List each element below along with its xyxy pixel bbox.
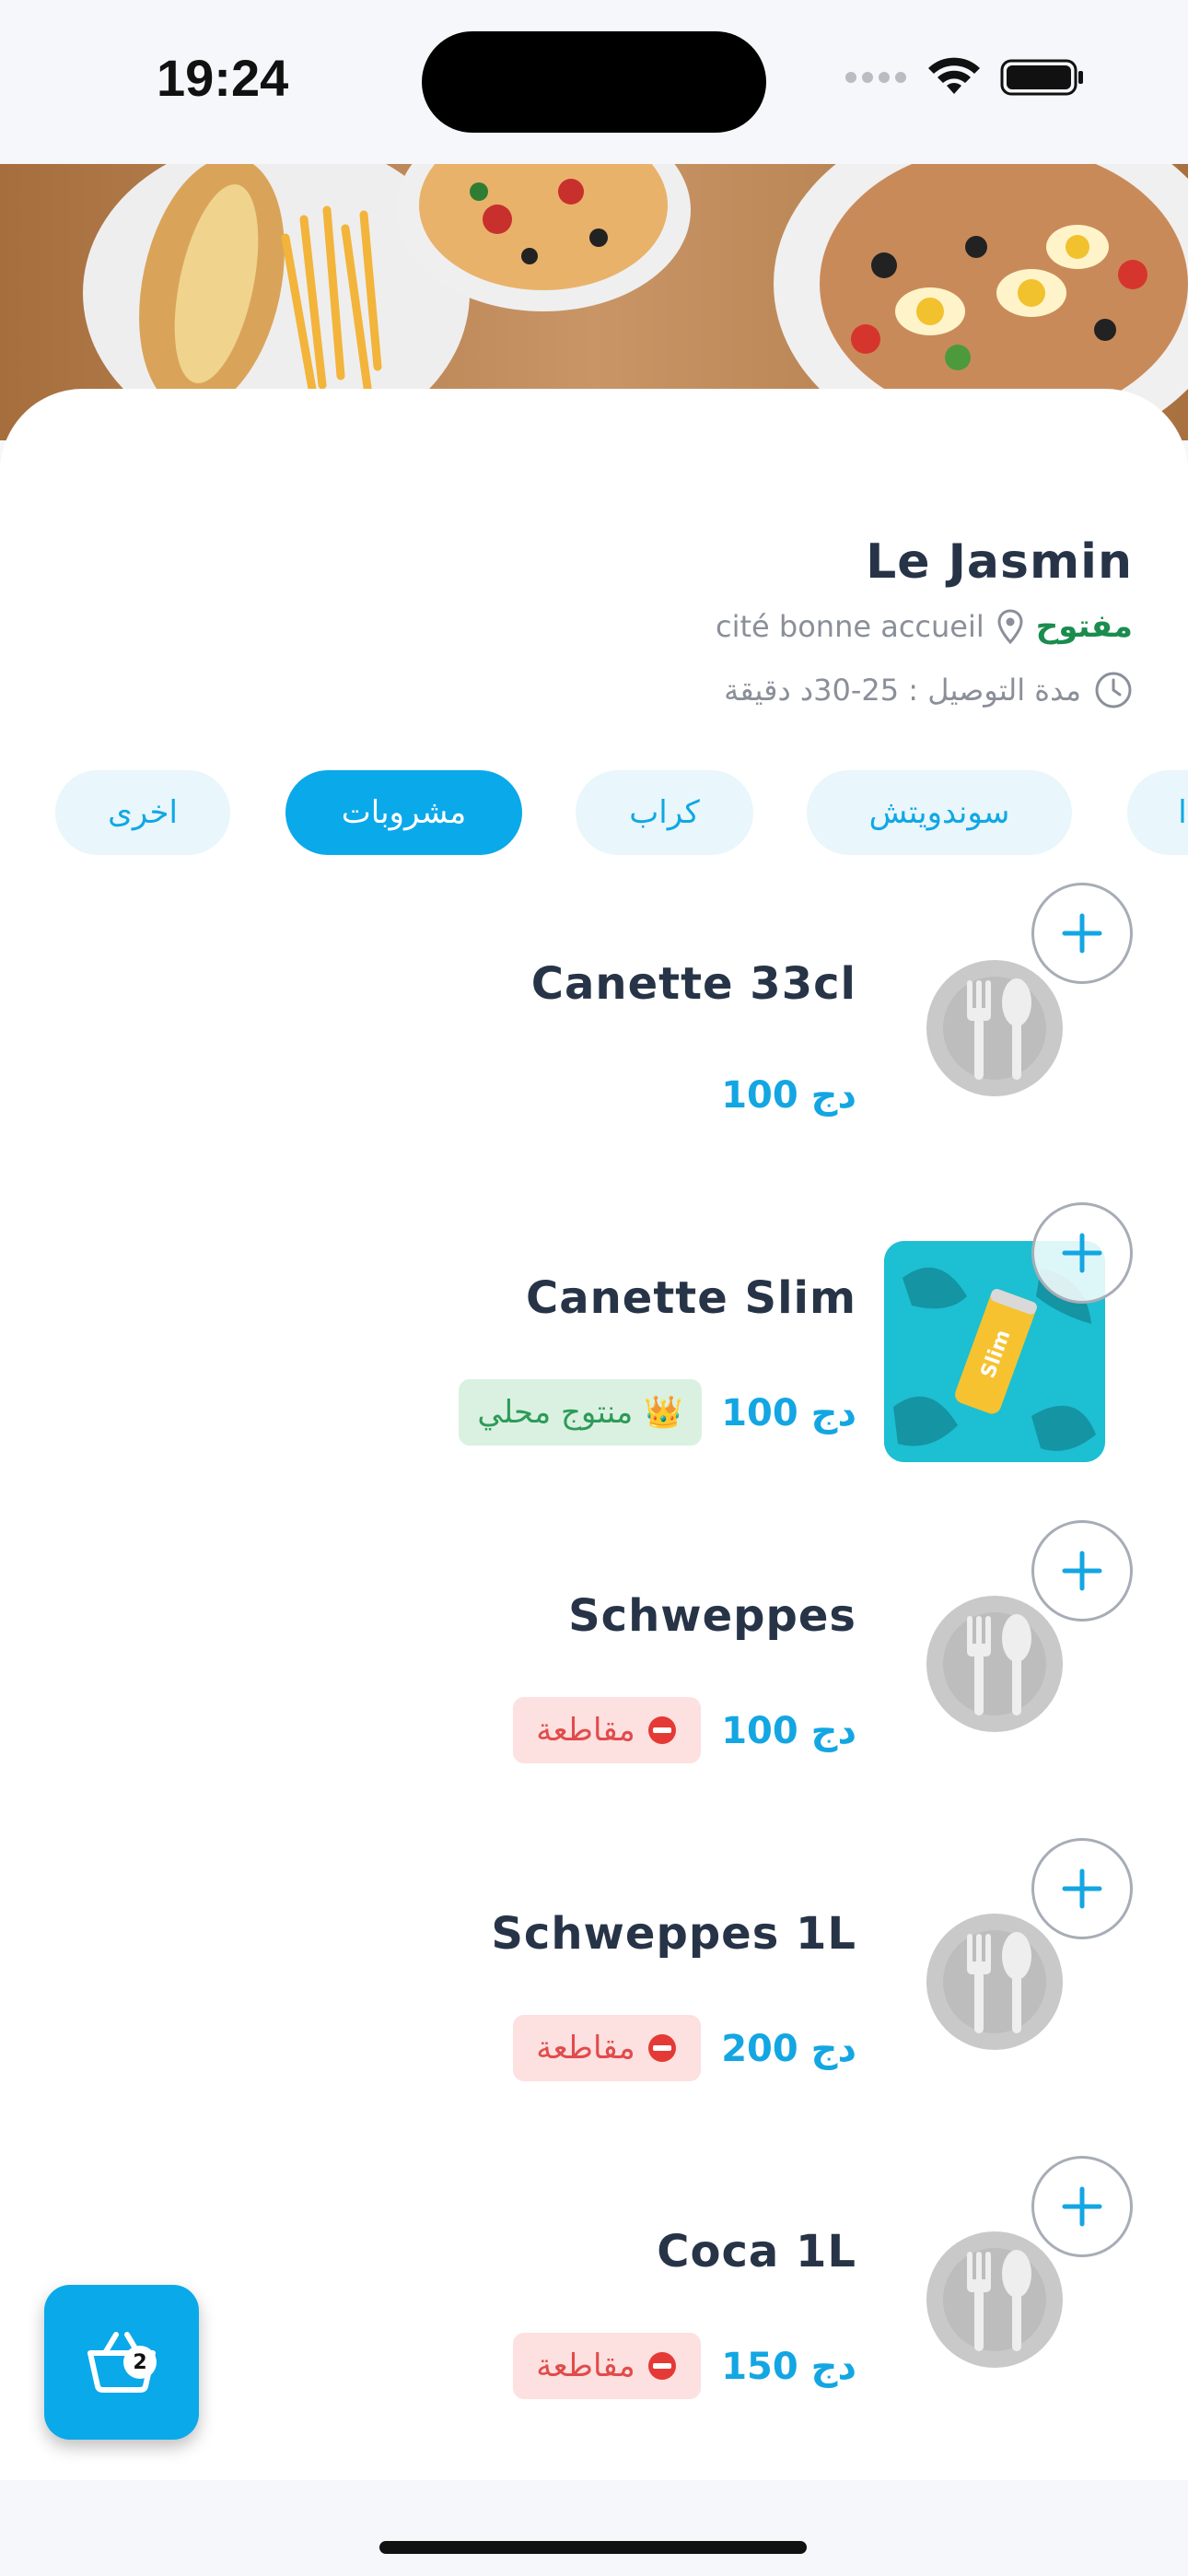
- add-to-cart-button[interactable]: [1031, 1202, 1133, 1304]
- location-pin-icon: [997, 609, 1023, 644]
- placeholder-plate-icon: [926, 2231, 1063, 2368]
- badge-label: مقاطعة: [536, 2030, 635, 2067]
- category-tabs: ا سوندويتش كراب مشروبات اخرى: [0, 770, 1188, 857]
- boycott-badge: مقاطعة: [513, 2015, 701, 2081]
- item-name: Canette Slim: [526, 1272, 856, 1324]
- plus-icon: [1062, 2186, 1102, 2227]
- wifi-icon: [928, 57, 980, 94]
- tab-other-start[interactable]: ا: [1127, 770, 1188, 855]
- status-bar: 19:24: [0, 0, 1188, 164]
- item-price: 150 دج: [721, 2346, 856, 2388]
- status-time: 19:24: [157, 49, 289, 107]
- no-entry-icon: [647, 1716, 676, 1744]
- placeholder-plate-icon: [926, 1596, 1063, 1732]
- delivery-time: مدة التوصيل : 25-30د دقيقة: [724, 673, 1081, 708]
- tab-crepes[interactable]: كراب: [576, 770, 753, 855]
- cart-count-badge: 2: [123, 2346, 157, 2379]
- tab-drinks[interactable]: مشروبات: [285, 770, 522, 855]
- plus-icon: [1062, 913, 1102, 954]
- item-price: 100 دج: [721, 1392, 856, 1434]
- local-product-badge: منتوج محلي 👑: [459, 1379, 702, 1446]
- open-status: مفتوح: [1035, 608, 1133, 645]
- home-indicator: [379, 2541, 807, 2554]
- item-price: 200 دج: [721, 2028, 856, 2070]
- add-to-cart-button[interactable]: [1031, 1838, 1133, 1939]
- item-price: 100 دج: [721, 1074, 856, 1117]
- dynamic-island: [422, 31, 766, 133]
- no-entry-icon: [647, 2352, 676, 2380]
- location-row: cité bonne accueil مفتوح: [716, 608, 1133, 645]
- placeholder-plate-icon: [926, 1914, 1063, 2050]
- tab-others[interactable]: اخرى: [55, 770, 230, 855]
- plus-icon: [1062, 1868, 1102, 1909]
- badge-label: مقاطعة: [536, 1712, 635, 1749]
- badge-label: منتوج محلي: [477, 1394, 634, 1431]
- status-icons: [844, 57, 1085, 98]
- item-name: Canette 33cl: [530, 958, 856, 1010]
- item-name: Schweppes 1L: [491, 1908, 856, 1960]
- add-to-cart-button[interactable]: [1031, 2156, 1133, 2257]
- badge-label: مقاطعة: [536, 2348, 635, 2384]
- restaurant-address: cité bonne accueil: [716, 609, 984, 644]
- restaurant-name: Le Jasmin: [866, 534, 1133, 590]
- cart-button[interactable]: 2: [44, 2285, 199, 2440]
- no-entry-icon: [647, 2034, 676, 2062]
- add-to-cart-button[interactable]: [1031, 1520, 1133, 1622]
- menu-item[interactable]: Schweppes 1L 200 دج مقاطعة: [0, 1838, 1188, 2114]
- item-price: 100 دج: [721, 1710, 856, 1752]
- item-name: Coca 1L: [657, 2226, 856, 2277]
- crown-icon: 👑: [644, 1394, 683, 1431]
- boycott-badge: مقاطعة: [513, 2333, 701, 2399]
- menu-item[interactable]: Canette 33cl 100 دج: [0, 883, 1188, 1161]
- item-name: Schweppes: [568, 1590, 856, 1642]
- signal-icon: [845, 72, 906, 83]
- menu-item[interactable]: Canette Slim 100 دج منتوج محلي 👑 Slim: [0, 1202, 1188, 1479]
- plus-icon: [1062, 1551, 1102, 1591]
- boycott-badge: مقاطعة: [513, 1697, 701, 1763]
- clock-icon: [1095, 672, 1132, 708]
- placeholder-plate-icon: [926, 960, 1063, 1096]
- add-to-cart-button[interactable]: [1031, 883, 1133, 984]
- delivery-row: مدة التوصيل : 25-30د دقيقة: [724, 671, 1133, 709]
- menu-item[interactable]: Schweppes 100 دج مقاطعة: [0, 1520, 1188, 1797]
- battery-icon: [1000, 59, 1083, 96]
- tab-sandwich[interactable]: سوندويتش: [807, 770, 1072, 855]
- plus-icon: [1062, 1233, 1102, 1273]
